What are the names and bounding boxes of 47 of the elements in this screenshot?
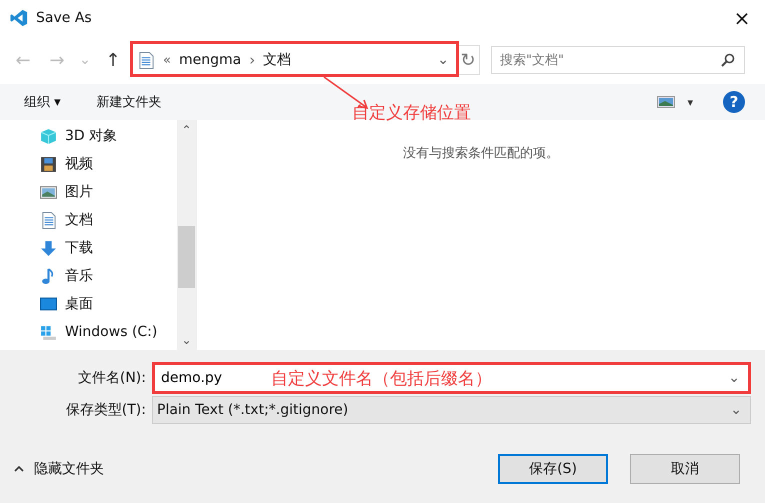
dropdown-caret[interactable]: ⌄ xyxy=(728,370,740,386)
file-type-dropdown[interactable]: Plain Text (*.txt;*.gitignore) ⌄ xyxy=(152,396,751,424)
drive-icon xyxy=(40,324,57,340)
sidebar-item[interactable]: 视频 xyxy=(40,150,177,178)
view-icon[interactable] xyxy=(657,96,676,108)
annotation-text: 自定义文件名（包括后缀名） xyxy=(271,368,492,390)
dropdown-caret[interactable]: ⌄ xyxy=(437,52,449,68)
sidebar-item[interactable]: Windows (C:) xyxy=(40,318,177,346)
refresh-button[interactable]: ↻ xyxy=(456,45,480,75)
organize-menu[interactable]: 组织 ▾ xyxy=(24,93,61,111)
sidebar-item[interactable]: 桌面 xyxy=(40,290,177,318)
sidebar-item[interactable]: 文档 xyxy=(40,206,177,234)
search-field[interactable]: 搜索"文档" xyxy=(491,46,745,74)
path-segment[interactable]: 文档 xyxy=(263,51,292,69)
new-folder-button[interactable]: 新建文件夹 xyxy=(96,93,162,111)
up-button[interactable]: ↑ xyxy=(96,50,130,70)
film-icon xyxy=(40,156,57,172)
image-icon xyxy=(40,184,57,200)
save-button[interactable]: 保存(S) xyxy=(498,454,608,484)
sidebar-item[interactable]: 下载 xyxy=(40,234,177,262)
cancel-button[interactable]: 取消 xyxy=(630,454,740,484)
window-title: Save As xyxy=(36,10,92,26)
scrollbar-thumb[interactable] xyxy=(178,226,195,288)
search-icon xyxy=(721,53,735,67)
path-segment[interactable]: mengma xyxy=(178,52,242,68)
download-arrow-icon xyxy=(40,240,57,256)
cube-icon xyxy=(40,128,57,144)
hide-folders-button[interactable]: 隐藏文件夹 xyxy=(14,460,104,478)
sidebar-item[interactable]: 音乐 xyxy=(40,262,177,290)
close-button[interactable]: × xyxy=(719,0,765,36)
help-button[interactable]: ? xyxy=(723,91,745,113)
document-icon xyxy=(40,212,57,228)
sidebar-item[interactable]: 图片 xyxy=(40,178,177,206)
chevron-up-icon xyxy=(14,466,24,472)
scroll-up-button[interactable]: ⌃ xyxy=(177,120,196,140)
view-options-caret[interactable]: ▾ xyxy=(687,96,693,108)
app-logo-icon xyxy=(10,9,28,27)
desktop-icon xyxy=(40,296,57,312)
sidebar-item[interactable]: 3D 对象 xyxy=(40,122,177,150)
filename-label: 文件名(N): xyxy=(76,369,147,387)
path-separator: › xyxy=(249,51,256,69)
document-icon xyxy=(138,52,155,68)
scroll-down-button[interactable]: ⌄ xyxy=(177,330,196,350)
filename-field[interactable]: demo.py xyxy=(159,369,271,387)
file-type-label: 保存类型(T): xyxy=(64,401,147,419)
empty-message: 没有与搜索条件匹配的项。 xyxy=(403,145,559,162)
path-prefix: « xyxy=(163,52,171,68)
